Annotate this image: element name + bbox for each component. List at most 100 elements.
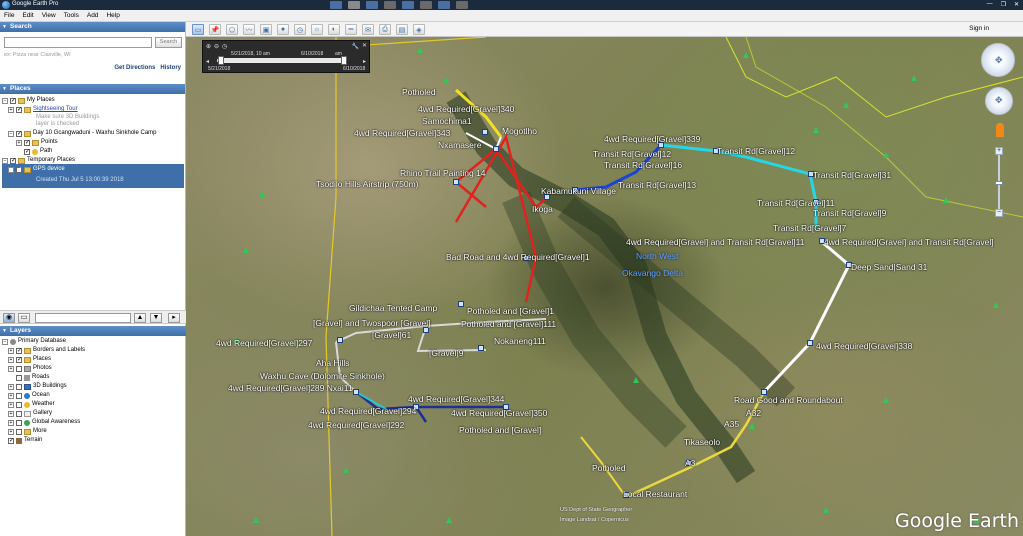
layer-terrain[interactable]: ✓ Terrain [8, 436, 42, 445]
map-label[interactable]: 4wd Required[Gravel]297 [216, 338, 312, 348]
waypoint-marker[interactable] [353, 389, 359, 395]
checkbox[interactable] [16, 401, 22, 408]
search-button[interactable]: Search [155, 37, 182, 48]
map-label[interactable]: Deep Sand|Sand 31 [851, 262, 927, 272]
tree-item-points[interactable]: + ✓ Points [16, 138, 58, 147]
checkbox[interactable]: ✓ [10, 97, 16, 104]
collapse-icon[interactable]: − [2, 338, 8, 345]
expand-icon[interactable]: + [8, 419, 14, 426]
layer-ocean[interactable]: + Ocean [8, 391, 50, 400]
waypoint-marker[interactable] [482, 129, 488, 135]
map-label[interactable]: Potholed [402, 87, 436, 97]
move-control[interactable]: ✥ [985, 87, 1013, 115]
search-input[interactable] [4, 37, 152, 48]
sign-in-link[interactable]: Sign in [969, 25, 989, 32]
checkbox[interactable] [16, 374, 22, 381]
waypoint-marker[interactable] [807, 340, 813, 346]
map-label[interactable]: Ikoga [532, 204, 553, 214]
time-start-handle[interactable] [218, 56, 224, 65]
play-back-icon[interactable]: ◂ [206, 58, 209, 65]
menu-add[interactable]: Add [87, 12, 99, 19]
waypoint-marker[interactable] [458, 301, 464, 307]
add-image-overlay-icon[interactable]: ▣ [260, 24, 272, 35]
checkbox[interactable]: ✓ [8, 437, 14, 444]
street-view-pegman-icon[interactable] [996, 123, 1004, 137]
map-label[interactable]: Road Good and Roundabout [734, 395, 843, 405]
sunlight-icon[interactable]: ☼ [311, 24, 323, 35]
hide-sidebar-icon[interactable]: ▭ [192, 24, 204, 35]
checkbox[interactable]: ✓ [10, 157, 16, 164]
map-label[interactable]: Rhino Trail Painting 14 [400, 168, 486, 178]
map-label[interactable]: Potholed [592, 463, 626, 473]
checkbox[interactable]: ✓ [16, 347, 22, 354]
checkbox[interactable] [16, 419, 22, 426]
record-tour-icon[interactable]: ● [277, 24, 289, 35]
tab-thumbnail-icon[interactable] [348, 1, 360, 9]
map-label[interactable]: Potholed and [Gravel] [459, 425, 541, 435]
expand-icon[interactable]: + [8, 106, 14, 113]
layer-photos[interactable]: + Photos [8, 364, 52, 373]
layer-primary-database[interactable]: − Primary Database [2, 337, 66, 346]
collapse-icon[interactable]: − [8, 130, 14, 137]
switch-planet-icon[interactable]: ◐ [328, 24, 340, 35]
map-label[interactable]: Transit Rd[Gravel]12 [593, 149, 671, 159]
checkbox[interactable] [16, 392, 22, 399]
map-label[interactable]: Gildichaa Tented Camp [349, 303, 437, 313]
map-label[interactable]: 4wd Required[Gravel]292 [308, 420, 404, 430]
menu-help[interactable]: Help [106, 12, 119, 19]
zoom-time-out-icon[interactable]: ⊖ [214, 43, 219, 50]
maximize-icon[interactable]: ❐ [1001, 1, 1006, 8]
map-label[interactable]: Transit Rd[Gravel]7 [773, 223, 846, 233]
zoom-in-icon[interactable]: + [995, 147, 1003, 155]
zoom-time-in-icon[interactable]: ⊕ [206, 43, 211, 50]
tree-item-my-places[interactable]: − ✓ My Places [2, 96, 55, 105]
expand-icon[interactable]: + [8, 428, 14, 435]
save-image-icon[interactable]: ▤ [396, 24, 408, 35]
map-label[interactable]: 4wd Required[Gravel]289 Nxai11 [228, 383, 353, 393]
menu-tools[interactable]: Tools [64, 12, 79, 19]
map-label[interactable]: Transit Rd[Gravel]12 [717, 146, 795, 156]
email-icon[interactable]: ✉ [362, 24, 374, 35]
waypoint-marker[interactable] [493, 146, 499, 152]
checkbox[interactable] [16, 428, 22, 435]
minimize-icon[interactable]: — [987, 1, 993, 8]
tree-item-gps-device[interactable]: + ✓ GPS device [8, 165, 65, 174]
waypoint-marker[interactable] [478, 345, 484, 351]
map-label[interactable]: 4wd Required[Gravel]340 [418, 104, 514, 114]
ruler-icon[interactable]: ═ [345, 24, 357, 35]
tab-thumbnail-icon[interactable] [384, 1, 396, 9]
map-label[interactable]: 4wd Required[Gravel] and Transit Rd[Grav… [824, 237, 994, 247]
checkbox[interactable]: ✓ [16, 106, 22, 113]
layer-3d-buildings[interactable]: +3D Buildings [8, 382, 67, 391]
look-joystick-icon[interactable]: ✥ [995, 55, 1003, 66]
tab-thumbnail-icon[interactable] [366, 1, 378, 9]
add-polygon-icon[interactable]: ⬠ [226, 24, 238, 35]
tab-thumbnail-icon[interactable] [402, 1, 414, 9]
map-label[interactable]: Potholed and [Gravel]111 [461, 319, 556, 329]
map-label[interactable]: 4wd Required[Gravel]350 [451, 408, 547, 418]
expand-icon[interactable]: + [8, 392, 14, 399]
map-label[interactable]: Samochima1 [422, 116, 472, 126]
collapse-icon[interactable]: − [2, 97, 8, 104]
expand-icon[interactable]: + [8, 383, 14, 390]
map-label[interactable]: Transit Rd[Gravel]16 [604, 160, 682, 170]
map-label[interactable]: 4wd Required[Gravel]338 [816, 341, 912, 351]
historical-imagery-icon[interactable]: ◷ [294, 24, 306, 35]
history-link[interactable]: History [160, 65, 181, 71]
layer-weather[interactable]: + Weather [8, 400, 55, 409]
time-end-handle[interactable] [341, 56, 347, 65]
tree-item-day-10[interactable]: − ✓ Day 10 Gcangwaduni - Waxhu Sinkhole Ca… [8, 129, 157, 138]
map-label[interactable]: Transit Rd[Gravel]13 [618, 180, 696, 190]
zoom-out-icon[interactable]: − [995, 209, 1003, 217]
close-icon[interactable]: ✕ [1014, 1, 1019, 8]
selected-gps-device-row[interactable]: + ✓ GPS device Created Thu Jul 5 13:00:39 … [2, 164, 184, 188]
zoom-knob[interactable] [995, 181, 1003, 185]
layer-more[interactable]: + More [8, 427, 47, 436]
map-label[interactable]: Nokaneng111 [494, 336, 546, 346]
add-placemark-icon[interactable]: 📌 [209, 24, 221, 35]
zoom-slider[interactable]: + − [995, 147, 1003, 217]
places-filter-input[interactable] [35, 313, 131, 323]
map-label[interactable]: Potholed and [Gravel]1 [467, 306, 554, 316]
map-label[interactable]: Nxamasere [438, 140, 481, 150]
search-places-icon[interactable]: ◉ [3, 313, 15, 323]
